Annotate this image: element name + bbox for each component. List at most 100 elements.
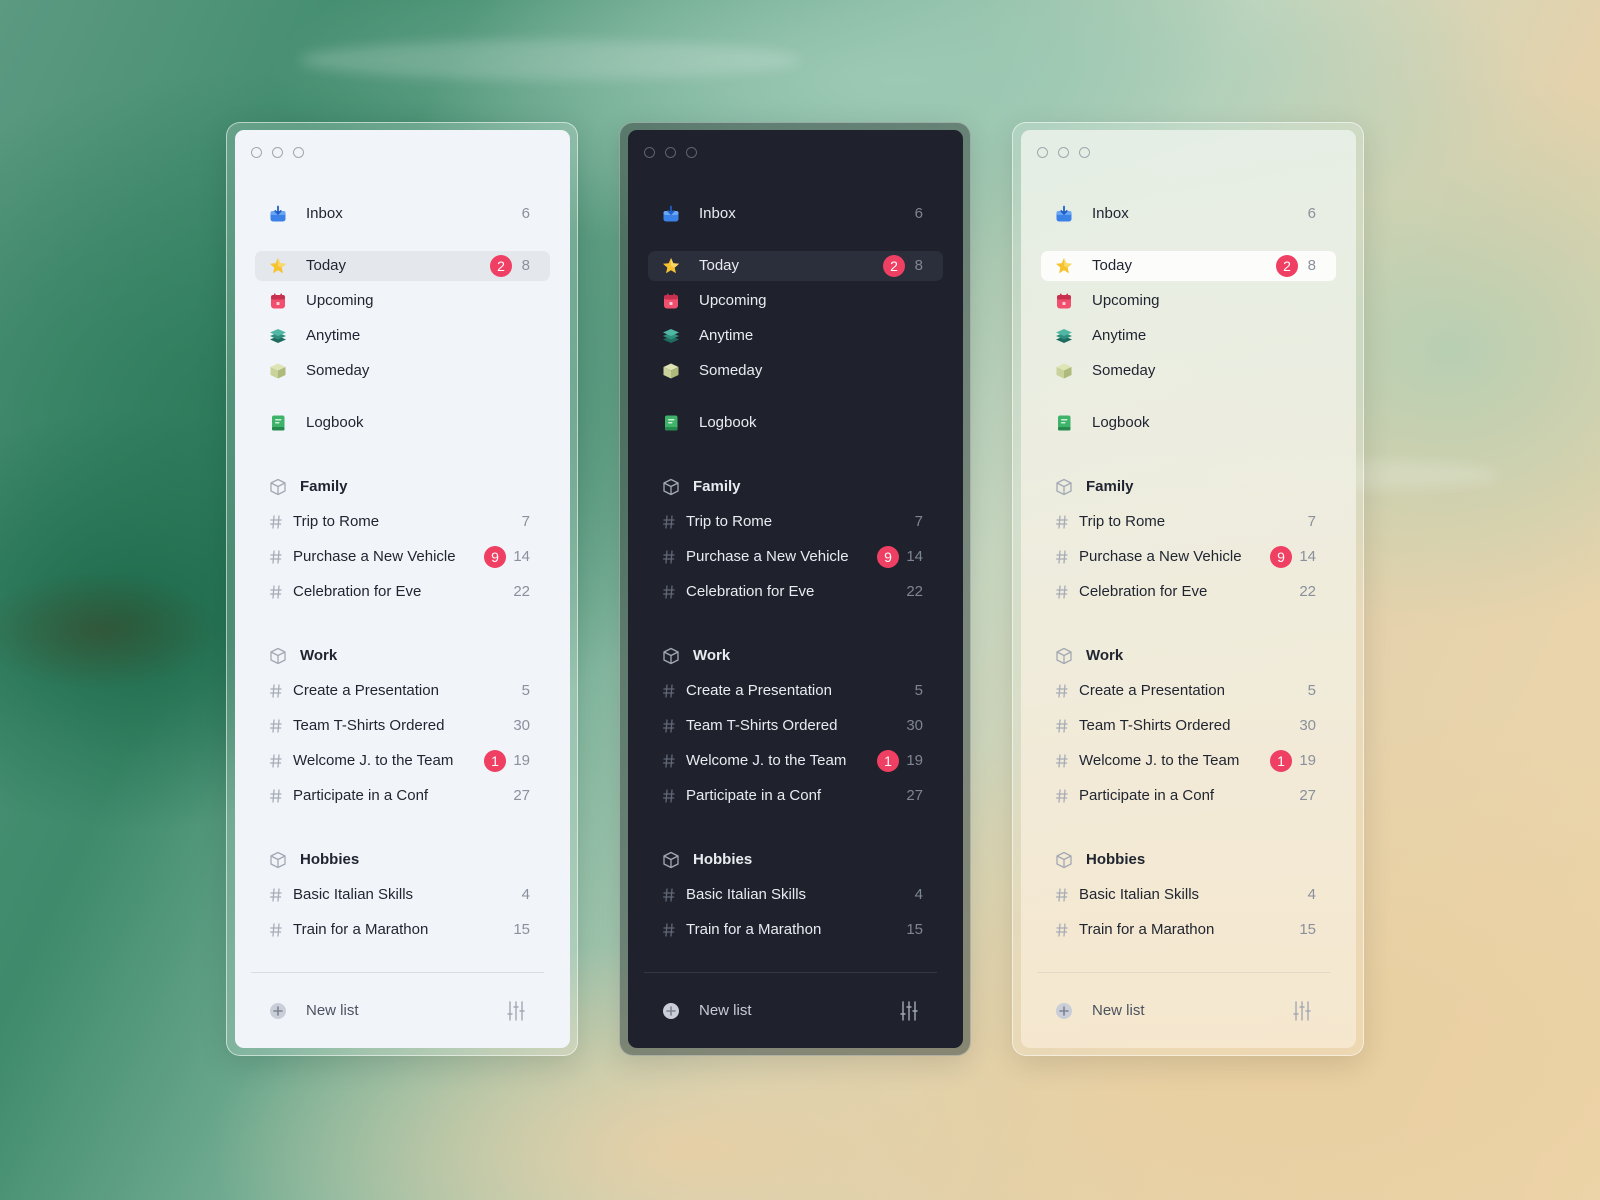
project-list-item[interactable]: Create a Presentation 5 [1041,676,1336,706]
project-list-item[interactable]: Welcome J. to the Team 1 19 [255,746,550,776]
sliders-icon[interactable] [1292,1000,1312,1022]
today-count: 8 [914,257,923,274]
minimize-window-button[interactable] [272,147,283,158]
project-name: Purchase a New Vehicle [686,548,849,565]
sidebar-item-today[interactable]: Today 2 8 [648,251,943,281]
sidebar-item-upcoming[interactable]: Upcoming [1041,286,1336,316]
hash-icon [269,789,282,803]
project-group-header[interactable]: Family [1041,472,1336,502]
project-list-item[interactable]: Participate in a Conf 27 [648,781,943,811]
sidebar-item-today[interactable]: Today 2 8 [255,251,550,281]
project-list-item[interactable]: Purchase a New Vehicle 9 14 [648,542,943,572]
project-count: 4 [914,886,923,903]
project-group-header[interactable]: Family [648,472,943,502]
project-list-item[interactable]: Basic Italian Skills 4 [648,880,943,910]
project-group-header[interactable]: Hobbies [1041,845,1336,875]
minimize-window-button[interactable] [665,147,676,158]
sidebar-item-anytime[interactable]: Anytime [255,321,550,351]
hash-icon [1055,888,1068,902]
project-list-item[interactable]: Welcome J. to the Team 1 19 [648,746,943,776]
project-name: Create a Presentation [293,682,439,699]
project-group-header[interactable]: Hobbies [648,845,943,875]
hash-icon [1055,789,1068,803]
project-list-item[interactable]: Celebration for Eve 22 [255,577,550,607]
cube-icon [270,647,286,665]
cube-icon [1056,647,1072,665]
project-list-item[interactable]: Create a Presentation 5 [648,676,943,706]
project-badge: 9 [484,546,506,568]
window-controls [644,147,697,158]
project-list-item[interactable]: Celebration for Eve 22 [648,577,943,607]
project-list-item[interactable]: Purchase a New Vehicle 9 14 [255,542,550,572]
project-list-item[interactable]: Trip to Rome 7 [648,507,943,537]
new-list-button[interactable]: New list [255,996,550,1026]
project-list-item[interactable]: Create a Presentation 5 [255,676,550,706]
hash-icon [269,888,282,902]
close-window-button[interactable] [1037,147,1048,158]
sliders-icon[interactable] [506,1000,526,1022]
sidebar-item-inbox[interactable]: Inbox 6 [648,199,943,229]
inbox-count: 6 [914,205,923,222]
project-group-header[interactable]: Work [255,641,550,671]
cube-icon [270,478,286,496]
sidebar-item-logbook[interactable]: Logbook [255,408,550,438]
project-group-header[interactable]: Work [1041,641,1336,671]
project-count: 14 [906,548,923,565]
sidebar-item-someday[interactable]: Someday [648,356,943,386]
upcoming-label: Upcoming [1092,292,1160,309]
close-window-button[interactable] [251,147,262,158]
project-count: 7 [914,513,923,530]
zoom-window-button[interactable] [293,147,304,158]
box-icon [270,363,286,379]
project-group-header[interactable]: Family [255,472,550,502]
project-count: 30 [906,717,923,734]
project-list-item[interactable]: Basic Italian Skills 4 [1041,880,1336,910]
project-list-item[interactable]: Train for a Marathon 15 [648,915,943,945]
project-list-item[interactable]: Welcome J. to the Team 1 19 [1041,746,1336,776]
project-group-header[interactable]: Work [648,641,943,671]
minimize-window-button[interactable] [1058,147,1069,158]
close-window-button[interactable] [644,147,655,158]
project-name: Celebration for Eve [1079,583,1208,600]
sidebar-item-logbook[interactable]: Logbook [1041,408,1336,438]
project-list-item[interactable]: Team T-Shirts Ordered 30 [1041,711,1336,741]
sliders-icon[interactable] [899,1000,919,1022]
today-badge: 2 [1276,255,1298,277]
sidebar-item-anytime[interactable]: Anytime [1041,321,1336,351]
someday-label: Someday [306,362,370,379]
project-list-item[interactable]: Team T-Shirts Ordered 30 [255,711,550,741]
sidebar-item-today[interactable]: Today 2 8 [1041,251,1336,281]
project-list-item[interactable]: Team T-Shirts Ordered 30 [648,711,943,741]
new-list-button[interactable]: New list [1041,996,1336,1026]
project-name: Welcome J. to the Team [293,752,454,769]
project-list-item[interactable]: Train for a Marathon 15 [255,915,550,945]
sidebar-item-anytime[interactable]: Anytime [648,321,943,351]
project-count: 5 [1307,682,1316,699]
sidebar-item-someday[interactable]: Someday [1041,356,1336,386]
zoom-window-button[interactable] [1079,147,1090,158]
zoom-window-button[interactable] [686,147,697,158]
new-list-button[interactable]: New list [648,996,943,1026]
project-group-header[interactable]: Hobbies [255,845,550,875]
hash-icon [662,923,675,937]
project-list-item[interactable]: Participate in a Conf 27 [1041,781,1336,811]
project-count: 30 [513,717,530,734]
project-list-item[interactable]: Participate in a Conf 27 [255,781,550,811]
sidebar-item-someday[interactable]: Someday [255,356,550,386]
project-list-item[interactable]: Trip to Rome 7 [1041,507,1336,537]
project-list-item[interactable]: Trip to Rome 7 [255,507,550,537]
today-label: Today [699,257,740,274]
sidebar-item-inbox[interactable]: Inbox 6 [1041,199,1336,229]
sidebar-item-inbox[interactable]: Inbox 6 [255,199,550,229]
sidebar-item-upcoming[interactable]: Upcoming [255,286,550,316]
project-list-item[interactable]: Purchase a New Vehicle 9 14 [1041,542,1336,572]
book-icon [1058,415,1071,431]
sidebar-item-logbook[interactable]: Logbook [648,408,943,438]
sidebar-item-upcoming[interactable]: Upcoming [648,286,943,316]
project-name: Welcome J. to the Team [686,752,847,769]
hash-icon [269,923,282,937]
project-list-item[interactable]: Celebration for Eve 22 [1041,577,1336,607]
window-controls [251,147,304,158]
project-list-item[interactable]: Basic Italian Skills 4 [255,880,550,910]
project-list-item[interactable]: Train for a Marathon 15 [1041,915,1336,945]
